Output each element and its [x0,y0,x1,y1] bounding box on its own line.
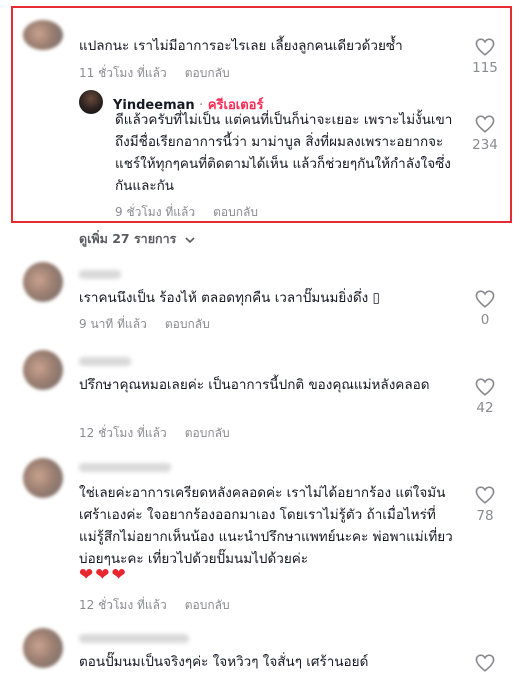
reply-button[interactable]: ตอบกลับ [185,598,230,612]
like-button[interactable]: 0 [465,290,505,328]
username-blurred[interactable] [79,270,121,279]
comment-text: เราคนนึงเป็น ร้องไห้ ตลอดทุกคืน เวลาปั๊ม… [79,290,380,306]
like-button[interactable]: 78 [465,486,505,524]
comment-meta: 9 นาที ที่แล้ว ตอบกลับ [79,315,210,334]
reply-time: 9 ชั่วโมง ที่แล้ว [115,205,196,219]
comment-time: 9 นาที ที่แล้ว [79,317,147,331]
like-count: 234 [472,137,498,153]
heart-outline-icon [475,378,495,396]
creator-avatar[interactable] [79,90,103,114]
avatar[interactable] [23,20,63,50]
heart-outline-icon [475,290,495,308]
avatar[interactable] [23,262,63,302]
creator-reply-meta: 9 ชั่วโมง ที่แล้ว ตอบกลับ [115,203,258,222]
reply-button[interactable]: ตอบกลับ [185,66,230,80]
like-button[interactable]: 234 [465,115,505,153]
heart-emoji: ❤❤❤ [79,565,128,585]
reply-button[interactable]: ตอบกลับ [165,317,210,331]
chevron-down-icon [185,236,195,243]
comment-text: แปลกนะ เราไม่มีอาการอะไรเลย เลี้ยงลูกคนเ… [79,38,403,54]
heart-outline-icon [475,38,495,56]
avatar[interactable] [23,628,63,668]
comment-text: ปรึกษาคุณหมอเลยค่ะ เป็นอาการนี้ปกติ ของค… [79,377,430,393]
avatar[interactable] [23,350,63,390]
like-button[interactable]: 42 [465,378,505,416]
reply-button[interactable]: ตอบกลับ [185,426,230,440]
like-count: 42 [476,400,494,416]
comment-meta: 12 ชั่วโมง ที่แล้ว ตอบกลับ [79,596,230,615]
heart-outline-icon [475,654,495,672]
comment-text: ใช่เลยค่ะอาการเครียดหลังคลอดค่ะ เราไม่ได… [79,485,453,567]
like-button[interactable]: 115 [465,38,505,76]
avatar[interactable] [23,458,63,498]
comment-time: 12 ชั่วโมง ที่แล้ว [79,598,167,612]
like-count: 78 [476,508,494,524]
creator-reply-text: ดีแล้วครับที่ไม่เป็น แต่คนที่เป็นก็น่าจะ… [115,112,453,194]
view-more-replies[interactable]: ดูเพิ่ม 27 รายการ [79,229,195,249]
heart-outline-icon [475,115,495,133]
username-blurred[interactable] [79,463,171,472]
reply-button[interactable]: ตอบกลับ [213,205,258,219]
comment-time: 11 ชั่วโมง ที่แล้ว [79,66,167,80]
like-count: 0 [480,312,490,328]
comment-text: ตอนปั๊มนมเป็นจริงๆค่ะ ใจหวิวๆ ใจสั่นๆ เศ… [79,654,369,670]
comment-meta: 11 ชั่วโมง ที่แล้ว ตอบกลับ [79,64,230,83]
comment-time: 12 ชั่วโมง ที่แล้ว [79,426,167,440]
heart-outline-icon [475,486,495,504]
like-count: 115 [472,60,498,76]
username-blurred[interactable] [79,357,131,366]
comment-meta: 12 ชั่วโมง ที่แล้ว ตอบกลับ [79,424,230,443]
view-more-label: ดูเพิ่ม 27 รายการ [79,231,177,246]
username-blurred[interactable] [79,634,189,643]
like-button[interactable] [465,654,505,672]
